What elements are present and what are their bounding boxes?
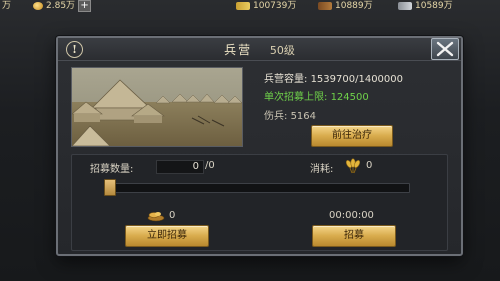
heal-button[interactable]: 前往治疗 xyxy=(311,125,393,147)
resource-left: 万 xyxy=(2,0,11,12)
recruit-panel: 招募数量: 0 /0 消耗: 0 0 00:00:00 立即招募 招募 xyxy=(71,154,448,251)
recruit-slider-track[interactable] xyxy=(108,183,410,193)
wounded-label: 伤兵: xyxy=(264,111,288,122)
resource-bar: 万 2.85万 + 100739万 10889万 10589万 xyxy=(0,0,500,12)
wheat-icon xyxy=(236,2,250,10)
capacity-value: 1539700/1400000 xyxy=(310,74,404,85)
add-gold-button[interactable]: + xyxy=(78,0,92,12)
gold-amount: 2.85万 xyxy=(46,1,76,11)
food-icon xyxy=(147,212,165,222)
building-level: 50级 xyxy=(269,44,295,57)
recruit-limit-value: 124500 xyxy=(330,92,369,103)
dialog-titlebar: ! 兵营 50级 xyxy=(58,38,461,61)
resource-iron: 10589万 xyxy=(398,0,453,12)
coin-icon xyxy=(33,2,43,10)
barracks-dialog: ! 兵营 50级 兵营容量: 1539700/1400000 单次招募上限: 1… xyxy=(56,36,463,256)
recruit-qty-input[interactable]: 0 xyxy=(156,160,204,174)
gold-resource: 2.85万 + xyxy=(33,0,92,12)
food-value: 0 xyxy=(169,210,176,221)
close-button[interactable] xyxy=(431,38,459,60)
recruit-qty-label: 招募数量: xyxy=(90,164,134,175)
wheat-icon xyxy=(345,158,361,174)
cost-label: 消耗: xyxy=(310,164,334,175)
resource-food: 100739万 xyxy=(236,0,296,12)
recruit-button[interactable]: 招募 xyxy=(312,225,396,247)
wood-icon xyxy=(318,2,332,10)
close-icon xyxy=(436,41,454,57)
capacity-row: 兵营容量: 1539700/1400000 xyxy=(264,70,403,85)
recruit-limit-label: 单次招募上限: xyxy=(264,92,328,103)
recruit-slider-handle[interactable] xyxy=(104,179,116,196)
wounded-row: 伤兵: 5164 xyxy=(264,107,316,122)
resource-wood-amount: 10889万 xyxy=(335,1,373,11)
resource-wood: 10889万 xyxy=(318,0,373,12)
instant-recruit-button[interactable]: 立即招募 xyxy=(125,225,209,247)
resource-food-amount: 100739万 xyxy=(253,1,297,11)
recruit-qty-max: /0 xyxy=(205,160,215,171)
building-name: 兵营 xyxy=(224,43,253,57)
cost-value: 0 xyxy=(366,160,373,171)
recruit-timer: 00:00:00 xyxy=(329,210,374,221)
wounded-value: 5164 xyxy=(290,111,317,122)
game-screen: 万 2.85万 + 100739万 10889万 10589万 ! 兵营 50级 xyxy=(0,0,500,281)
dialog-title: 兵营 50级 xyxy=(58,41,461,58)
recruit-qty-value: 0 xyxy=(192,161,199,172)
iron-icon xyxy=(398,2,412,10)
resource-iron-amount: 10589万 xyxy=(415,1,453,11)
barracks-image xyxy=(71,67,243,147)
recruit-limit-row: 单次招募上限: 124500 xyxy=(264,88,369,103)
resource-left-amount: 万 xyxy=(2,1,12,11)
capacity-label: 兵营容量: xyxy=(264,74,308,85)
